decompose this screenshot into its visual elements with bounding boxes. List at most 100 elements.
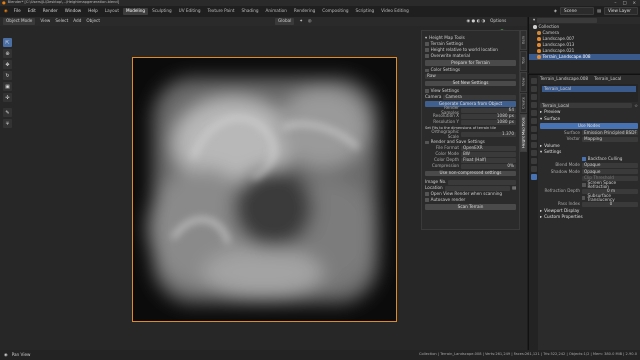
- tab-layout[interactable]: Layout: [102, 8, 122, 14]
- color-management-select[interactable]: Raw: [425, 74, 516, 79]
- maximize-icon[interactable]: □: [623, 0, 627, 5]
- resolution-x-field[interactable]: 1080 px: [461, 114, 516, 119]
- scene-statistics: Collection | Terrain_Landscape.008 | Ver…: [418, 352, 637, 357]
- modifier-tab-icon[interactable]: [530, 134, 537, 140]
- height-relative-checkbox[interactable]: [425, 48, 429, 52]
- tab-create[interactable]: Create: [520, 93, 527, 113]
- menu-add[interactable]: Add: [73, 19, 81, 23]
- menu-object[interactable]: Object: [86, 19, 100, 23]
- data-tab-icon[interactable]: [530, 166, 537, 172]
- menu-file[interactable]: File: [11, 9, 24, 13]
- backface-culling-checkbox[interactable]: [582, 156, 586, 161]
- viewport-shading-icons[interactable]: ◉ ● ◐ ◑: [467, 19, 486, 23]
- outliner-row-terrain[interactable]: Terrain_Landscape.008: [529, 54, 640, 60]
- tab-modeling[interactable]: Modeling: [123, 8, 149, 15]
- tab-animation[interactable]: Animation: [263, 8, 290, 14]
- tab-texture-paint[interactable]: Texture Paint: [205, 8, 238, 14]
- vector-select[interactable]: Mapping: [582, 137, 638, 142]
- use-uncompressed-button[interactable]: Use non-compressed settings: [425, 170, 516, 176]
- tab-rendering[interactable]: Rendering: [291, 8, 318, 14]
- compression-slider[interactable]: 0%: [461, 164, 516, 169]
- custom-properties-section[interactable]: ▸ Custom Properties: [540, 214, 638, 221]
- folder-icon[interactable]: ▤: [512, 185, 516, 190]
- menu-window[interactable]: Window: [62, 9, 85, 13]
- menu-render[interactable]: Render: [40, 9, 61, 13]
- color-mode-select[interactable]: BW: [461, 152, 516, 157]
- image-no-field[interactable]: [448, 179, 516, 185]
- pass-index-field[interactable]: 0: [582, 202, 638, 207]
- autosave-checkbox[interactable]: [425, 198, 429, 202]
- file-format-select[interactable]: OpenEXR: [461, 146, 516, 151]
- surface-shader-select[interactable]: Emission Principled BSDF: [582, 130, 638, 136]
- render-tab-icon[interactable]: [530, 86, 537, 92]
- menu-edit[interactable]: Edit: [25, 9, 39, 13]
- move-icon[interactable]: ✥: [3, 60, 12, 69]
- mesh-icon: [537, 43, 541, 47]
- tab-tool[interactable]: Tool: [520, 51, 527, 71]
- menu-help[interactable]: Help: [85, 9, 101, 13]
- tab-compositing[interactable]: Compositing: [319, 8, 351, 14]
- constraints-tab-icon[interactable]: [530, 158, 537, 164]
- location-field[interactable]: [444, 185, 511, 191]
- tab-height-map-tools[interactable]: Height Map Tools: [520, 114, 527, 152]
- tab-uv-editing[interactable]: UV Editing: [176, 8, 204, 14]
- tab-view[interactable]: View: [520, 72, 527, 92]
- outliner-search-input[interactable]: [537, 18, 598, 23]
- resolution-y-field[interactable]: 1080 px: [461, 120, 516, 125]
- camera-select[interactable]: Camera: [443, 94, 516, 100]
- select-icon[interactable]: ⇱: [3, 38, 12, 47]
- annotate-icon[interactable]: ✎: [3, 108, 12, 117]
- blend-mode-select[interactable]: Opaque: [582, 163, 638, 168]
- transform-icon[interactable]: ✣: [3, 93, 12, 102]
- material-tab-icon[interactable]: [530, 174, 537, 180]
- cursor-icon[interactable]: ⊕: [3, 49, 12, 58]
- tool-tab-icon[interactable]: [530, 78, 537, 84]
- menu-select[interactable]: Select: [55, 19, 68, 23]
- material-slot-list[interactable]: Terrain_Local: [540, 83, 638, 102]
- tab-sculpting[interactable]: Sculpting: [149, 8, 175, 14]
- surface-section[interactable]: ▾ Surface: [540, 116, 638, 123]
- tab-item[interactable]: Item: [520, 30, 527, 50]
- color-depth-select[interactable]: Float (Half): [461, 158, 516, 163]
- close-icon[interactable]: ×: [632, 0, 636, 5]
- object-tab-icon[interactable]: [530, 126, 537, 132]
- minimize-icon[interactable]: –: [614, 0, 616, 5]
- subsurface-translucency-checkbox[interactable]: [582, 195, 586, 200]
- render-samples-field[interactable]: 64: [461, 108, 516, 113]
- ortho-scale-field[interactable]: 1.370: [461, 132, 516, 137]
- outliner-filter-icon[interactable]: ▾: [533, 18, 535, 22]
- scene-tab-icon[interactable]: [530, 110, 537, 116]
- scene-field[interactable]: Scene: [560, 7, 595, 16]
- world-tab-icon[interactable]: [530, 118, 537, 124]
- tab-scripting[interactable]: Scripting: [353, 8, 378, 14]
- tab-shading[interactable]: Shading: [239, 8, 262, 14]
- output-tab-icon[interactable]: [530, 94, 537, 100]
- proportional-edit-icon[interactable]: ◎: [308, 19, 312, 23]
- open-view-checkbox[interactable]: [425, 192, 429, 196]
- material-name-field[interactable]: Terrain_Local: [540, 103, 633, 109]
- fake-user-icon[interactable]: ☆: [634, 103, 638, 108]
- overwrite-material-row[interactable]: Overwrite material: [425, 53, 516, 59]
- material-slot-item[interactable]: Terrain_Local: [542, 85, 636, 92]
- scan-terrain-button[interactable]: Scan Terrain: [425, 204, 516, 210]
- set-new-settings-button[interactable]: Set New Settings: [425, 80, 516, 86]
- scale-icon[interactable]: ▣: [3, 82, 12, 91]
- menu-view[interactable]: View: [40, 19, 50, 23]
- measure-icon[interactable]: ∓: [3, 119, 12, 128]
- orientation-select[interactable]: Global: [275, 18, 295, 25]
- physics-tab-icon[interactable]: [530, 150, 537, 156]
- view-layer-field[interactable]: View Layer: [604, 7, 638, 16]
- mode-select[interactable]: Object Mode: [3, 18, 36, 25]
- options-dropdown[interactable]: Options: [490, 19, 506, 23]
- view-layer-tab-icon[interactable]: [530, 102, 537, 108]
- rotate-icon[interactable]: ↻: [3, 71, 12, 80]
- snap-icon[interactable]: ✦: [299, 19, 303, 23]
- use-nodes-button[interactable]: Use Nodes: [540, 123, 638, 129]
- shadow-mode-select[interactable]: Opaque: [582, 169, 638, 175]
- particles-tab-icon[interactable]: [530, 142, 537, 148]
- tab-video-editing[interactable]: Video Editing: [378, 8, 412, 14]
- prepare-terrain-button[interactable]: Prepare for Terrain: [425, 60, 516, 66]
- screen-space-refraction-checkbox[interactable]: [582, 182, 586, 187]
- blender-menu-icon[interactable]: ◉: [2, 9, 10, 13]
- overwrite-material-checkbox[interactable]: [425, 54, 429, 58]
